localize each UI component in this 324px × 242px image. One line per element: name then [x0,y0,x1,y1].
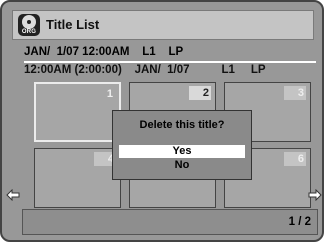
delete-confirm-dialog: Delete this title? Yes No [112,110,252,180]
dialog-message: Delete this title? [139,119,225,131]
footer-bar: 1 / 2 [22,209,318,235]
thumbnail-number: 1 [106,88,113,100]
info-divider [24,61,316,63]
yes-option[interactable]: Yes [119,145,245,158]
page-title: Title List [46,17,100,32]
arrow-left-icon[interactable] [6,189,20,201]
disc-icon [22,15,36,29]
thumbnail-number: 3 [284,86,306,100]
title-details-line: 12:00AM (2:00:00) JAN/ 1/07 L1 LP [24,64,266,76]
title-thumbnail-4[interactable]: 4 [34,148,121,208]
thumbnail-number: 6 [284,152,306,166]
title-list-screen: ORG Title List JAN/ 1/07 12:00AM L1 LP 1… [0,0,324,242]
org-label: ORG [21,29,37,35]
page-indicator: 1 / 2 [288,216,311,228]
title-thumbnail-1[interactable]: 1 [34,82,121,142]
thumbnail-number: 2 [189,86,211,100]
arrow-right-icon[interactable] [308,189,322,201]
title-info-line: JAN/ 1/07 12:00AM L1 LP [24,46,184,58]
header-bar: ORG Title List [12,10,314,40]
no-option[interactable]: No [119,159,245,172]
disc-org-icon: ORG [18,14,40,36]
